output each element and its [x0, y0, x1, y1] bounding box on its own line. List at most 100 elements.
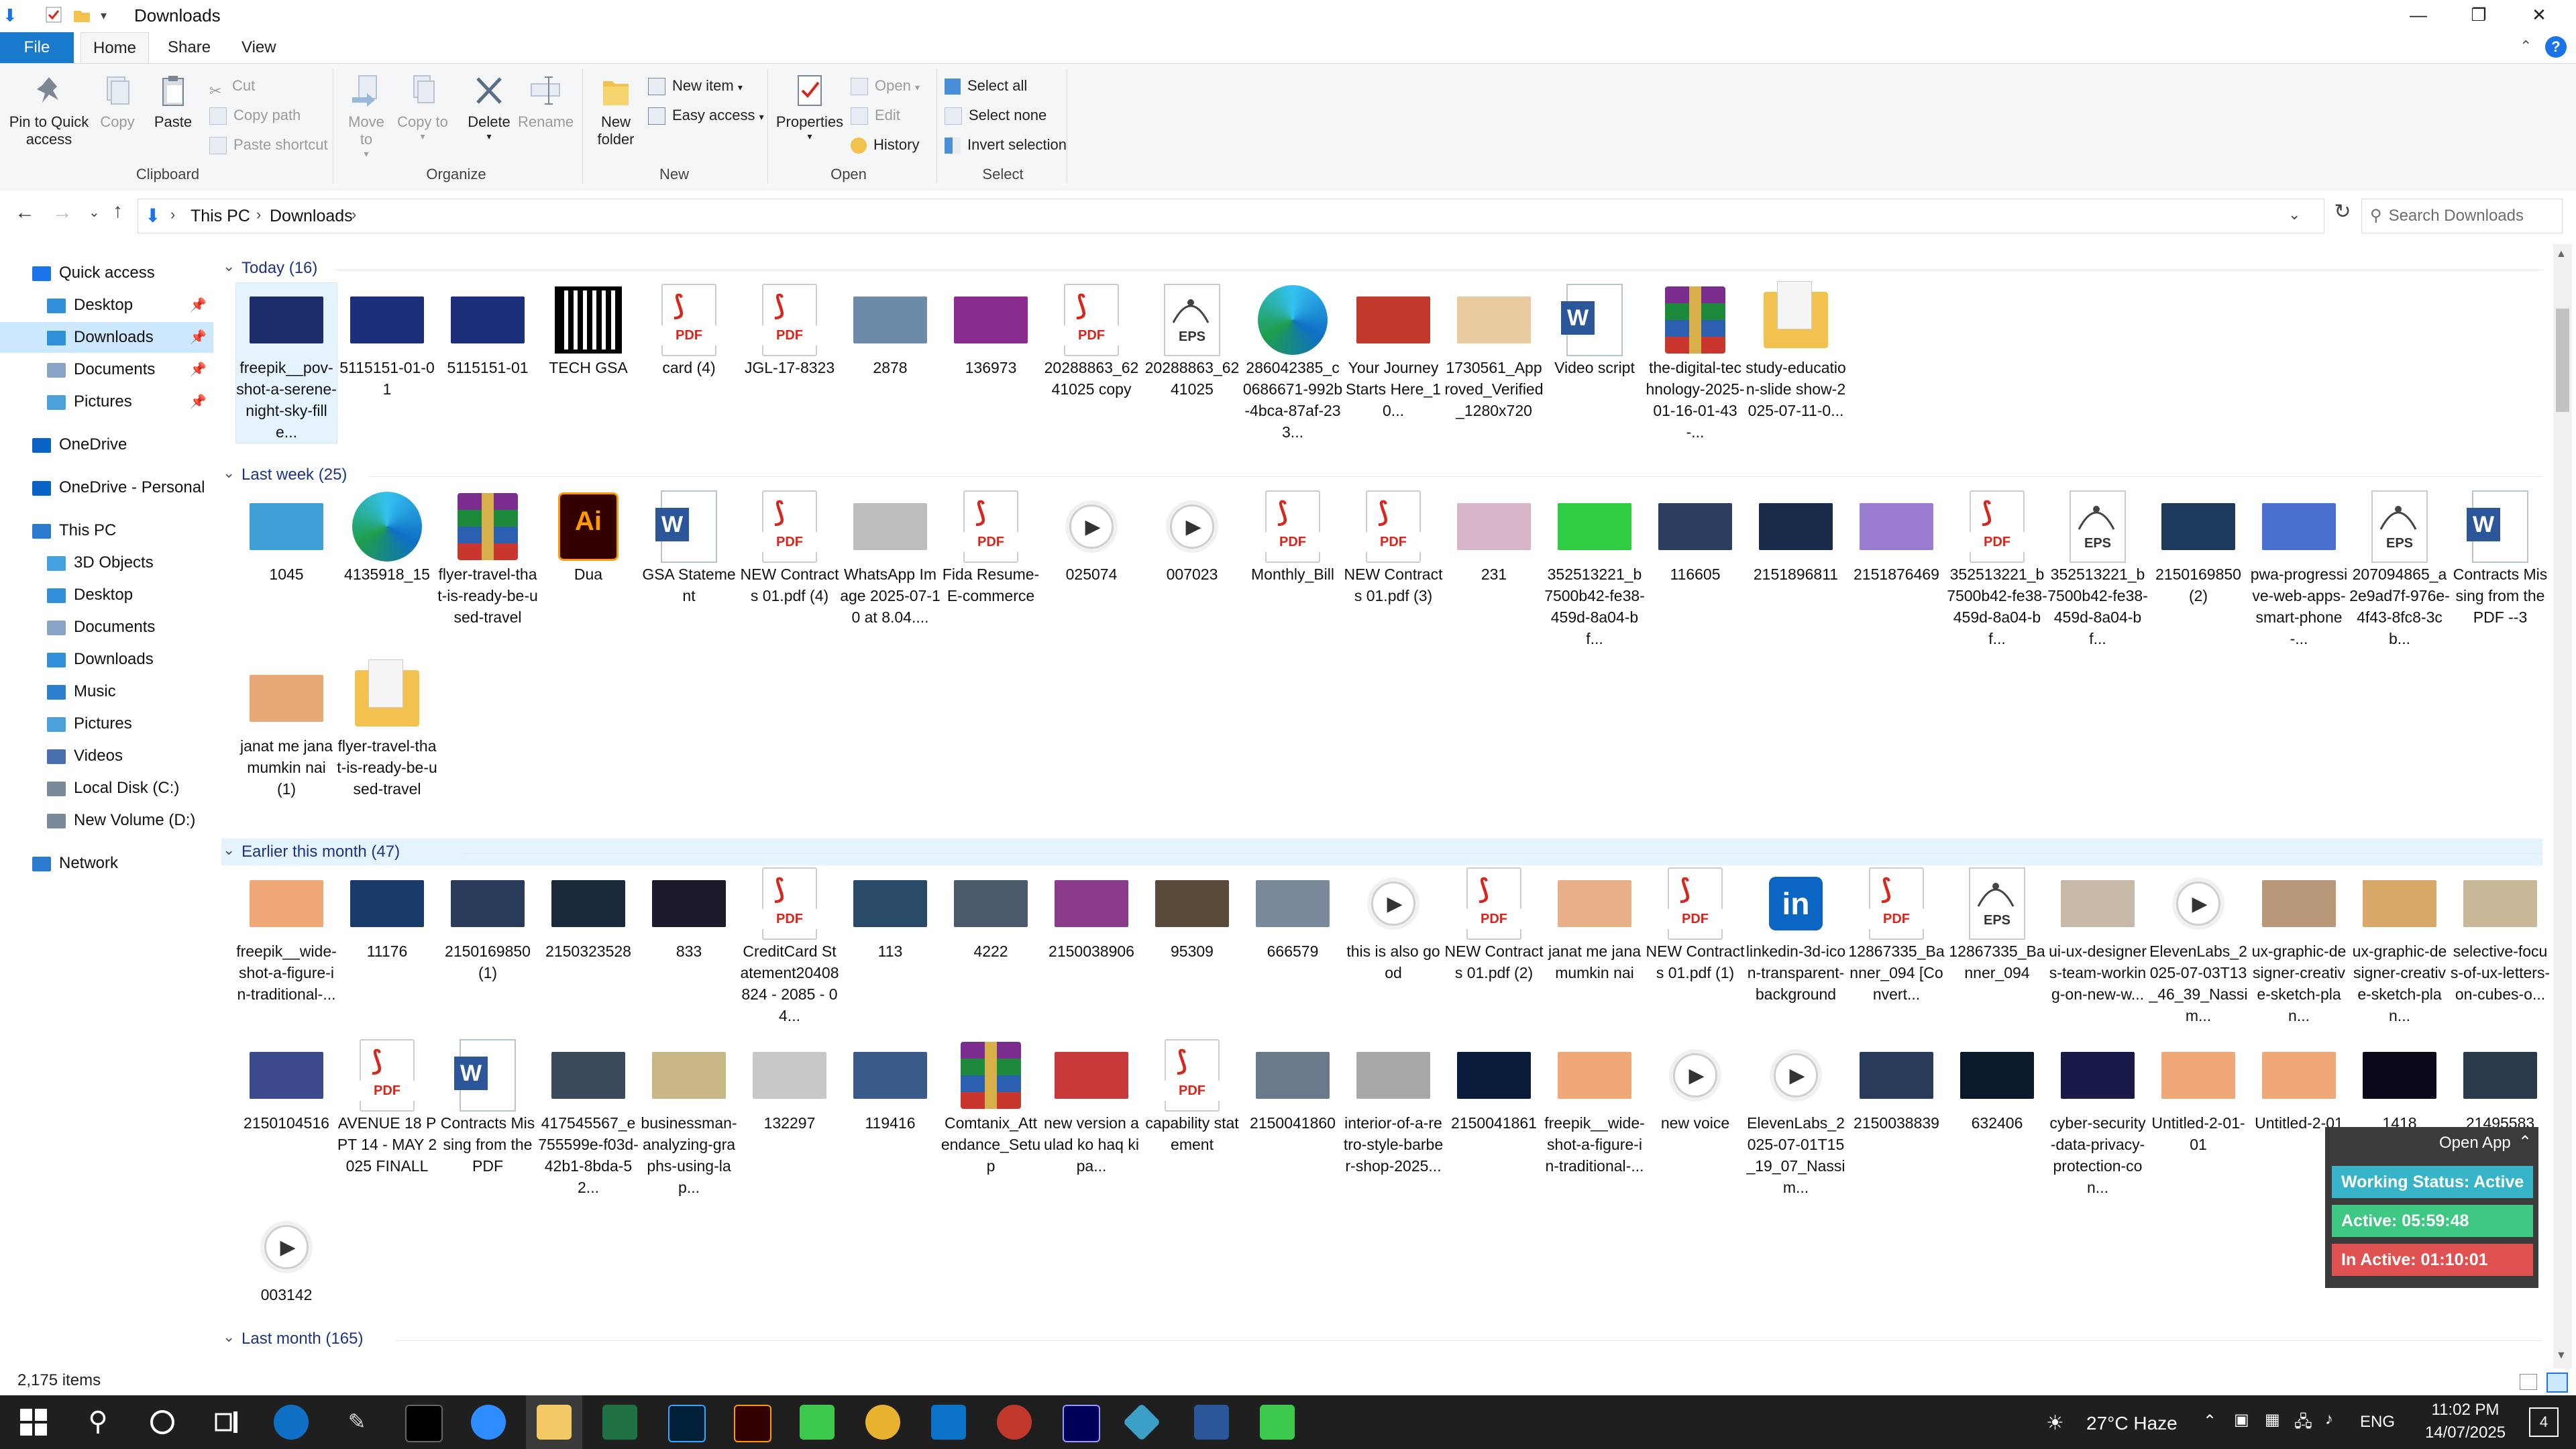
file-item[interactable]: 95309: [1142, 867, 1242, 962]
volume-icon[interactable]: ♪: [2325, 1410, 2333, 1429]
file-item[interactable]: ⟆ PDF 352513221_b7500b42-fe38-459d-8a04-bf…: [1947, 490, 2047, 649]
file-item[interactable]: the-digital-technology-2025-01-16-01-43-…: [1645, 283, 1746, 443]
file-item[interactable]: ⟆ PDF capability statement: [1142, 1038, 1242, 1155]
blue-app-icon[interactable]: [1122, 1403, 1161, 1442]
breadcrumb-downloads[interactable]: Downloads: [270, 207, 353, 226]
file-item[interactable]: cyber-security-data-privacy-protection-c…: [2047, 1038, 2148, 1198]
chrome-icon[interactable]: [865, 1405, 900, 1440]
weather-icon[interactable]: ☀: [2046, 1411, 2064, 1435]
file-item[interactable]: ⟆ PDF Fida Resume-E-commerce: [941, 490, 1041, 606]
file-item[interactable]: EPS 12867335_Banner_094: [1947, 867, 2047, 983]
weather-text[interactable]: 27°C Haze: [2086, 1413, 2178, 1434]
windows-start-icon[interactable]: [16, 1405, 51, 1440]
tray-monitor-icon[interactable]: ▦: [2265, 1410, 2280, 1430]
file-item[interactable]: 1730561_Approved_Verified_1280x720: [1444, 283, 1544, 421]
file-item[interactable]: flyer-travel-that-is-ready-be-used-trave…: [337, 659, 437, 800]
open-button[interactable]: Open ▾: [851, 73, 920, 99]
pin-icon[interactable]: 📌: [190, 322, 207, 353]
nav-item[interactable]: Pictures 📌: [0, 386, 213, 417]
excel-icon[interactable]: [602, 1405, 637, 1440]
file-item[interactable]: 4135918_15: [337, 490, 437, 585]
recent-locations-icon[interactable]: ⌄: [89, 204, 100, 221]
file-item[interactable]: ⟆ PDF NEW Contracts 01.pdf (1): [1645, 867, 1746, 983]
group-collapse-icon[interactable]: ⌄: [223, 258, 235, 275]
file-item[interactable]: ⟆ PDF NEW Contracts 01.pdf (3): [1343, 490, 1444, 606]
illustrator-icon[interactable]: [734, 1405, 771, 1442]
terminal-icon[interactable]: [405, 1405, 443, 1442]
premiere-icon[interactable]: [1063, 1405, 1100, 1442]
nav-item[interactable]: Videos: [0, 741, 213, 771]
nav-item[interactable]: 3D Objects: [0, 547, 213, 578]
file-item[interactable]: new version aulad ko haq ki pa...: [1041, 1038, 1142, 1177]
green-app-icon[interactable]: [800, 1405, 835, 1440]
file-item[interactable]: ⟆ PDF JGL-17-8323: [739, 283, 840, 378]
clock-date[interactable]: 14/07/2025: [2422, 1424, 2509, 1442]
group-header[interactable]: ⌄ Last week (25): [221, 462, 2542, 488]
file-item[interactable]: 2150041860: [1242, 1038, 1343, 1134]
file-item[interactable]: EPS 207094865_a2e9ad7f-976e-4f43-8fc8-3cb…: [2349, 490, 2450, 649]
file-item[interactable]: businessman-analyzing-graphs-using-lap..…: [639, 1038, 739, 1198]
tab-home[interactable]: Home: [80, 32, 150, 64]
help-icon[interactable]: ?: [2545, 36, 2567, 58]
nav-item[interactable]: New Volume (D:): [0, 805, 213, 836]
nav-item[interactable]: Desktop: [0, 580, 213, 610]
pen-tool-icon[interactable]: ✎: [339, 1405, 374, 1440]
group-header[interactable]: ⌄ Last month (165): [221, 1326, 2542, 1352]
easy-access-button[interactable]: Easy access ▾: [648, 103, 764, 128]
file-item[interactable]: 119416: [840, 1038, 941, 1134]
file-item[interactable]: ▶ 025074: [1041, 490, 1142, 585]
file-item[interactable]: Untitled-2-01: [2249, 1038, 2349, 1134]
file-item[interactable]: 2150104516: [236, 1038, 337, 1134]
file-item[interactable]: W Contracts Missing from the PDF: [437, 1038, 538, 1177]
file-item[interactable]: 231: [1444, 490, 1544, 585]
edge-taskbar-icon[interactable]: [274, 1405, 309, 1440]
file-item[interactable]: TECH GSA: [538, 283, 639, 378]
new-folder-button[interactable]: New folder: [588, 73, 644, 148]
file-item[interactable]: ▶ this is also good: [1343, 867, 1444, 983]
file-item[interactable]: freepik__wide-shot-a-figure-in-tradition…: [236, 867, 337, 1005]
pin-icon[interactable]: 📌: [190, 290, 207, 321]
nav-item[interactable]: This PC: [0, 515, 213, 546]
move-to-button[interactable]: Move to ▾: [341, 73, 392, 160]
file-item[interactable]: 2150169850 (2): [2148, 490, 2249, 606]
file-item[interactable]: W Contracts Missing from the PDF --3: [2450, 490, 2549, 628]
file-item[interactable]: 113: [840, 867, 941, 962]
search-taskbar-icon[interactable]: ⚲: [80, 1405, 115, 1440]
invert-selection-button[interactable]: Invert selection: [945, 132, 1067, 158]
close-button[interactable]: ✕: [2502, 0, 2576, 32]
file-item[interactable]: Comtanix_Attendance_Setup: [941, 1038, 1041, 1177]
file-item[interactable]: ux-graphic-designer-creative-sketch-plan…: [2349, 867, 2450, 1026]
file-item[interactable]: EPS 352513221_b7500b42-fe38-459d-8a04-bf.…: [2047, 490, 2148, 649]
nav-item[interactable]: Desktop 📌: [0, 290, 213, 321]
zoom-icon[interactable]: [471, 1405, 506, 1440]
select-all-button[interactable]: Select all: [945, 73, 1027, 99]
file-item[interactable]: ▶ new voice: [1645, 1038, 1746, 1134]
edit-button[interactable]: Edit: [851, 103, 900, 128]
select-none-button[interactable]: Select none: [945, 103, 1046, 128]
cortana-icon[interactable]: [145, 1405, 180, 1440]
file-item[interactable]: W Video script: [1544, 283, 1645, 378]
file-item[interactable]: 286042385_c0686671-992b-4bca-87af-233...: [1242, 283, 1343, 443]
file-item[interactable]: WhatsApp Image 2025-07-10 at 8.04....: [840, 490, 941, 628]
group-header[interactable]: ⌄ Today (16): [221, 255, 2542, 282]
address-bar[interactable]: ⬇ › This PC › Downloads › ⌄: [138, 199, 2324, 233]
properties-button[interactable]: Properties ▾: [773, 73, 847, 142]
file-item[interactable]: 4222: [941, 867, 1041, 962]
word-taskbar-icon[interactable]: [1194, 1405, 1229, 1440]
group-collapse-icon[interactable]: ⌄: [223, 841, 235, 859]
group-collapse-icon[interactable]: ⌄: [223, 1328, 235, 1346]
file-item[interactable]: Untitled-2-01-01: [2148, 1038, 2249, 1155]
refresh-icon[interactable]: ↻: [2328, 200, 2357, 232]
open-app-button[interactable]: Open App: [2439, 1134, 2511, 1152]
tray-chevron-icon[interactable]: ⌃: [2203, 1411, 2216, 1431]
nav-item[interactable]: Music: [0, 676, 213, 707]
file-item[interactable]: 352513221_b7500b42-fe38-459d-8a04-bf...: [1544, 490, 1645, 649]
file-item[interactable]: ▶ ElevenLabs_2025-07-03T13_46_39_Nassim..…: [2148, 867, 2249, 1026]
pin-quick-access-button[interactable]: Pin to Quick access: [7, 73, 91, 148]
file-item[interactable]: 2150038906: [1041, 867, 1142, 962]
file-item[interactable]: ⟆ PDF NEW Contracts 01.pdf (4): [739, 490, 840, 606]
file-item[interactable]: ⟆ PDF 12867335_Banner_094 [Convert...: [1846, 867, 1947, 1005]
copy-button[interactable]: Copy: [94, 73, 141, 131]
file-item[interactable]: in linkedin-3d-icon-transparent-backgroun…: [1746, 867, 1846, 1005]
clock-time[interactable]: 11:02 PM: [2422, 1401, 2509, 1419]
